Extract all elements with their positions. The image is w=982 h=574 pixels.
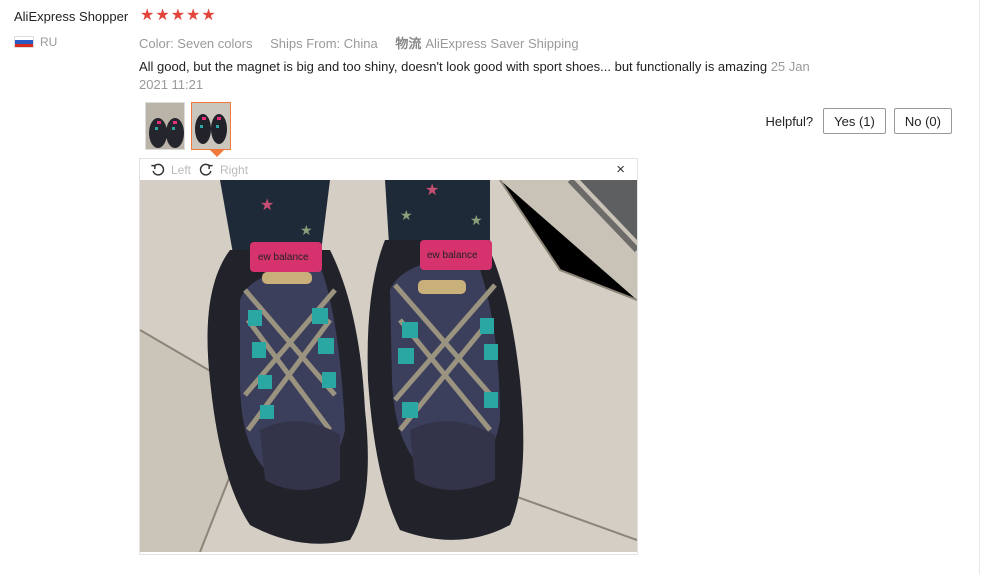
selected-thumb-pointer <box>210 150 224 157</box>
ships-from: Ships From: China <box>270 36 378 51</box>
photo-thumbnails <box>145 102 231 150</box>
review-meta: Color: Seven colors Ships From: China 物流… <box>139 33 593 52</box>
russia-flag-icon <box>14 36 34 48</box>
star-icon: ★ <box>140 7 155 24</box>
rotate-right-label: Right <box>220 162 249 177</box>
rotate-left-button[interactable]: Left <box>150 163 191 177</box>
svg-text:ew balance: ew balance <box>258 252 309 263</box>
shipping-method: 物流 AliExpress Saver Shipping <box>395 36 579 51</box>
right-divider <box>979 0 980 574</box>
review-photo: ★ ★ ★ ★ ★ ew balance ew balance <box>140 180 637 552</box>
helpful-votes: Helpful? Yes (1) No (0) <box>765 108 952 134</box>
svg-text:★: ★ <box>400 207 413 223</box>
star-icon: ★ <box>155 7 170 24</box>
rotate-right-button[interactable]: Right <box>199 163 248 177</box>
review-text: All good, but the magnet is big and too … <box>139 59 768 74</box>
shipping-icon: 物流 <box>395 36 422 51</box>
svg-text:★: ★ <box>425 182 439 199</box>
helpful-label: Helpful? <box>765 113 814 129</box>
rotate-right-icon <box>199 163 213 176</box>
reviewer-country: RU <box>14 35 57 49</box>
svg-text:★: ★ <box>470 212 483 228</box>
helpful-no-button[interactable]: No (0) <box>893 108 952 134</box>
svg-text:ew balance: ew balance <box>427 250 478 261</box>
helpful-yes-button[interactable]: Yes (1) <box>823 108 886 134</box>
svg-text:★: ★ <box>300 222 313 238</box>
photo-thumbnail-2[interactable] <box>191 102 231 150</box>
viewer-toolbar: Left Right × <box>140 159 637 181</box>
review-body: All good, but the magnet is big and too … <box>139 58 839 94</box>
photo-thumbnail-1[interactable] <box>145 102 185 150</box>
photo-viewer: Left Right × ★ ★ ★ ★ ★ ew balance ew bal… <box>139 158 638 555</box>
star-rating: ★ ★ ★ ★ ★ <box>140 7 216 25</box>
star-icon: ★ <box>186 7 201 24</box>
close-viewer-button[interactable]: × <box>616 161 625 178</box>
rotate-left-label: Left <box>171 162 192 177</box>
svg-text:★: ★ <box>260 197 274 214</box>
color-option: Color: Seven colors <box>139 36 253 51</box>
star-icon: ★ <box>170 7 186 24</box>
rotate-left-icon <box>151 163 165 176</box>
star-icon: ★ <box>201 7 216 24</box>
country-code: RU <box>40 35 58 49</box>
reviewer-name: AliExpress Shopper <box>14 9 129 24</box>
